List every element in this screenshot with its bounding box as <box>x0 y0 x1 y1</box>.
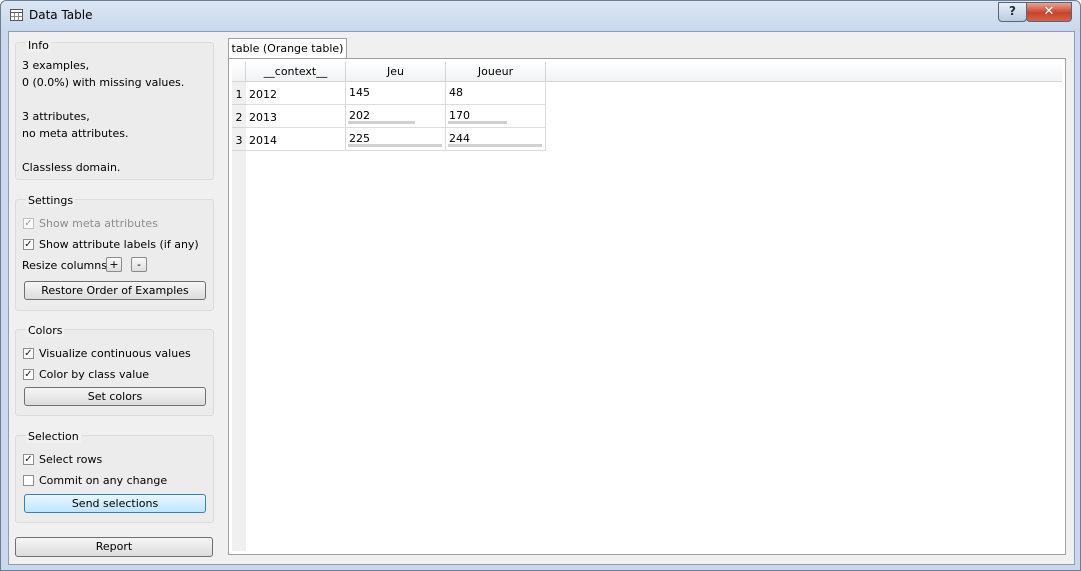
cell-value: 2014 <box>249 134 277 147</box>
table-cell[interactable]: 2012 <box>246 82 346 105</box>
data-table: __context__ Jeu Joueur 1 2012 145 48 2 2… <box>232 62 1062 551</box>
table-cell[interactable]: 170 <box>446 105 546 128</box>
show-meta-attributes-checkbox[interactable]: ✓ Show meta attributes <box>23 216 158 230</box>
resize-minus-button[interactable]: - <box>131 257 147 272</box>
cell-value: 48 <box>449 86 463 99</box>
report-button[interactable]: Report <box>15 537 213 557</box>
value-bar <box>448 144 542 147</box>
commit-on-change-checkbox[interactable]: Commit on any change <box>23 473 167 487</box>
cell-value: 2013 <box>249 111 277 124</box>
settings-title: Settings <box>26 194 76 207</box>
data-table-window: Data Table ? ✕ Info 3 examples, 0 (0.0%)… <box>0 0 1081 571</box>
info-domain: Classless domain. <box>22 161 121 174</box>
table-cell[interactable]: 225 <box>346 128 446 151</box>
cell-value: 145 <box>349 86 370 99</box>
tab-orange-table[interactable]: table (Orange table) <box>228 38 347 59</box>
info-group: Info 3 examples, 0 (0.0%) with missing v… <box>15 39 214 180</box>
info-title: Info <box>26 39 51 52</box>
table-cell[interactable]: 244 <box>446 128 546 151</box>
colors-group: Colors ✓ Visualize continuous values ✓ C… <box>15 324 214 416</box>
header-filler <box>546 62 1062 82</box>
column-header-context[interactable]: __context__ <box>246 62 346 82</box>
color-by-class-checkbox[interactable]: ✓ Color by class value <box>23 367 149 381</box>
checkbox-empty-icon <box>23 474 34 486</box>
window-content: Info 3 examples, 0 (0.0%) with missing v… <box>8 31 1075 565</box>
selection-group: Selection ✓ Select rows Commit on any ch… <box>15 430 214 523</box>
settings-group: Settings ✓ Show meta attributes ✓ Show a… <box>15 194 214 311</box>
info-attributes: 3 attributes, <box>22 110 90 123</box>
row-number[interactable]: 2 <box>232 105 246 128</box>
help-button[interactable]: ? <box>998 2 1027 22</box>
visualize-continuous-checkbox[interactable]: ✓ Visualize continuous values <box>23 346 191 360</box>
checkmark-icon: ✓ <box>23 238 34 250</box>
column-header-jeu[interactable]: Jeu <box>346 62 446 82</box>
value-bar <box>348 144 442 147</box>
table-icon <box>10 9 23 21</box>
table-cell[interactable]: 202 <box>346 105 446 128</box>
cell-value: 2012 <box>249 88 277 101</box>
checkmark-icon: ✓ <box>23 347 34 359</box>
table-cell[interactable]: 2013 <box>246 105 346 128</box>
checkmark-icon: ✓ <box>23 368 34 380</box>
color-by-class-label: Color by class value <box>39 367 150 381</box>
row-number[interactable]: 3 <box>232 128 246 151</box>
column-header-joueur[interactable]: Joueur <box>446 62 546 82</box>
table-cell[interactable]: 145 <box>346 82 446 105</box>
restore-order-button[interactable]: Restore Order of Examples <box>24 281 206 300</box>
send-selections-button[interactable]: Send selections <box>24 494 206 513</box>
show-attribute-labels-checkbox[interactable]: ✓ Show attribute labels (if any) <box>23 237 199 251</box>
row-number[interactable]: 1 <box>232 82 246 105</box>
title-bar[interactable]: Data Table ? ✕ <box>1 1 1080 31</box>
table-cell[interactable]: 48 <box>446 82 546 105</box>
value-bar <box>348 121 415 124</box>
show-attribute-labels-label: Show attribute labels (if any) <box>39 237 199 251</box>
close-button[interactable]: ✕ <box>1026 2 1072 22</box>
select-rows-label: Select rows <box>39 452 103 466</box>
value-bar <box>448 121 507 124</box>
show-meta-attributes-label: Show meta attributes <box>39 216 158 230</box>
select-rows-checkbox[interactable]: ✓ Select rows <box>23 452 102 466</box>
commit-on-change-label: Commit on any change <box>39 473 168 487</box>
corner-header[interactable] <box>232 62 246 82</box>
checkmark-icon: ✓ <box>23 453 34 465</box>
window-title: Data Table <box>29 8 93 22</box>
table-cell[interactable]: 2014 <box>246 128 346 151</box>
selection-title: Selection <box>26 430 81 443</box>
resize-columns-label: Resize columns: <box>22 259 111 272</box>
colors-title: Colors <box>26 324 65 337</box>
set-colors-button[interactable]: Set colors <box>24 387 206 406</box>
data-table-frame: __context__ Jeu Joueur 1 2012 145 48 2 2… <box>228 58 1066 555</box>
resize-plus-button[interactable]: + <box>106 257 122 272</box>
visualize-continuous-label: Visualize continuous values <box>39 346 191 360</box>
info-missing: 0 (0.0%) with missing values. <box>22 76 185 89</box>
info-meta: no meta attributes. <box>22 127 129 140</box>
checkmark-icon: ✓ <box>23 217 34 229</box>
info-examples: 3 examples, <box>22 59 90 72</box>
